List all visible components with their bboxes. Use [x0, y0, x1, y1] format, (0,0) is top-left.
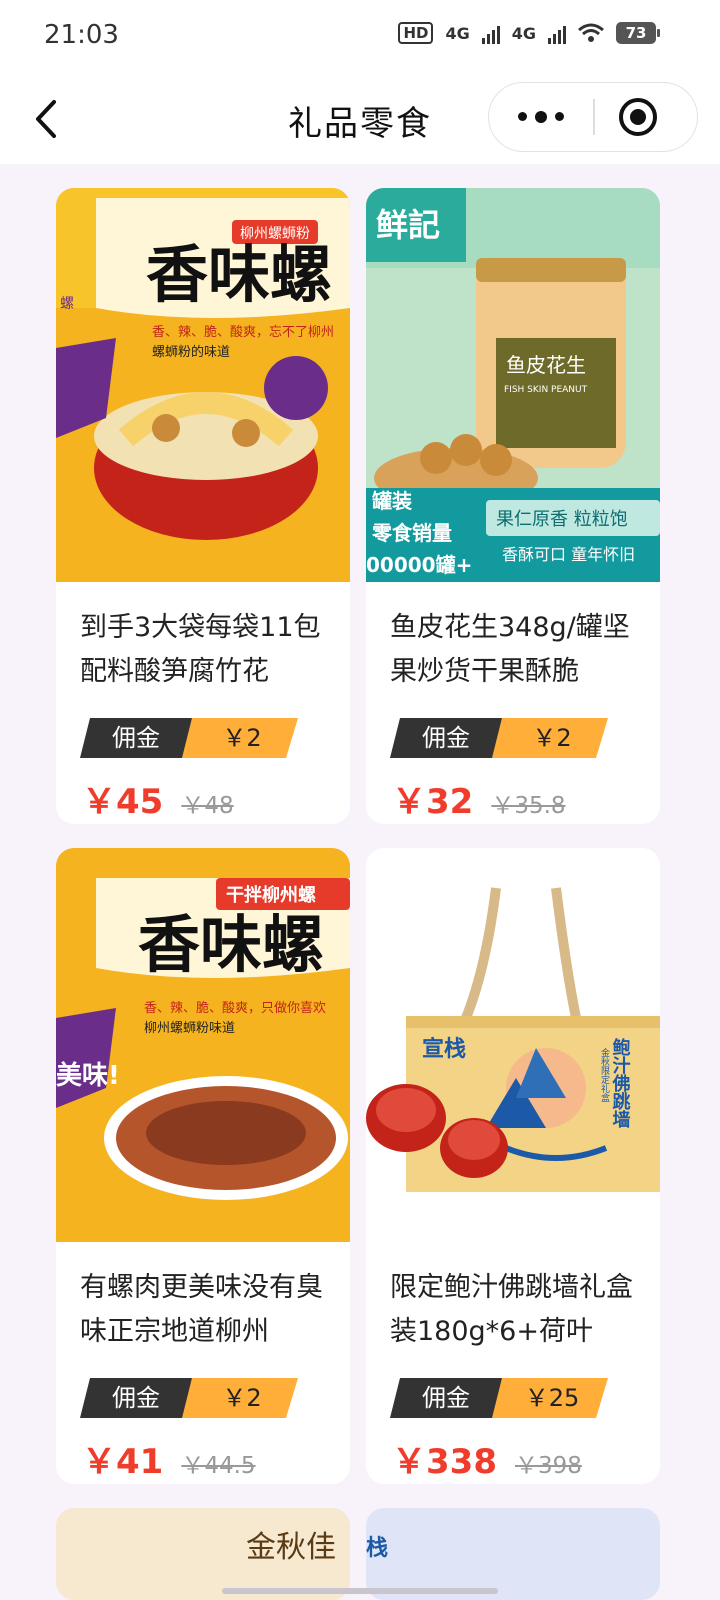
product-card[interactable]: 金秋佳 — [56, 1508, 350, 1600]
product-image: 柳州螺蛳粉 香味螺 香、辣、脆、酸爽，忘不了柳州 螺蛳粉的味道 螺 — [56, 188, 350, 582]
image-brand: 香味螺 — [146, 238, 332, 311]
partial-image-text: 金秋佳 — [246, 1530, 336, 1565]
commission-badge: 佣金 ￥2 — [80, 718, 298, 758]
capsule-divider — [593, 99, 595, 135]
price-row: ￥45 ￥48 — [82, 774, 234, 823]
original-price: ￥48 — [181, 793, 234, 819]
commission-badge: 佣金 ￥2 — [390, 718, 608, 758]
product-card[interactable]: 柳州螺蛳粉 香味螺 香、辣、脆、酸爽，忘不了柳州 螺蛳粉的味道 螺 到手3大袋每… — [56, 188, 350, 824]
image-tag: 干拌柳州螺 — [226, 884, 316, 906]
image-line: 香酥可口 童年怀旧 — [502, 545, 635, 564]
svg-text:鲜記: 鲜記 — [376, 206, 440, 244]
mini-program-capsule — [488, 82, 698, 152]
commission-badge: 佣金 ￥25 — [390, 1378, 608, 1418]
more-dots-icon — [555, 112, 564, 121]
commission-label: 佣金 — [390, 718, 502, 758]
close-target-icon[interactable] — [619, 98, 657, 136]
image-brand: 鲍汁佛跳墙 — [610, 1037, 632, 1129]
price-row: ￥32 ￥35.8 — [392, 774, 566, 823]
commission-value: ￥2 — [180, 1378, 298, 1418]
image-line: 香、辣、脆、酸爽，只做你喜欢 — [144, 1000, 326, 1016]
image-tag: 宣栈 — [422, 1036, 466, 1062]
image-brand: 香味螺 — [138, 908, 324, 981]
price-row: ￥338 ￥398 — [392, 1434, 582, 1483]
original-price: ￥398 — [514, 1453, 582, 1479]
image-line: 柳州螺蛳粉味道 — [144, 1021, 235, 1036]
product-image: 鲜記 鱼皮花生 FISH SKIN PEANUT 果仁原香 粒粒饱 香酥可口 童… — [366, 188, 660, 582]
network-label-2: 4G — [511, 23, 536, 43]
signal-icon — [548, 22, 566, 44]
price: ￥45 — [82, 782, 164, 822]
status-icons: HD 4G 4G 73 — [398, 22, 660, 44]
product-title: 鱼皮花生348g/罐坚果炒货干果酥脆 — [390, 612, 630, 687]
price-row: ￥41 ￥44.5 — [82, 1434, 256, 1483]
product-title: 限定鲍汁佛跳墙礼盒装180g*6+荷叶 — [390, 1272, 633, 1347]
commission-value: ￥2 — [180, 718, 298, 758]
signal-icon — [481, 22, 500, 44]
svg-text:美味!: 美味! — [56, 1060, 120, 1091]
svg-text:零食销量: 零食销量 — [371, 521, 452, 545]
price: ￥41 — [82, 1442, 164, 1482]
status-bar: 21:03 HD 4G 4G 73 — [0, 0, 720, 76]
original-price: ￥44.5 — [181, 1453, 256, 1479]
commission-label: 佣金 — [80, 1378, 192, 1418]
product-card[interactable]: 干拌柳州螺 香味螺 香、辣、脆、酸爽，只做你喜欢 柳州螺蛳粉味道 美味! 有螺肉… — [56, 848, 350, 1484]
commission-badge: 佣金 ￥2 — [80, 1378, 298, 1418]
nav-bar: 礼品零食 — [0, 76, 720, 164]
partial-image-text: 栈 — [366, 1536, 389, 1561]
product-card[interactable]: 栈 — [366, 1508, 660, 1600]
more-dots-icon — [535, 110, 547, 123]
more-dots-icon — [518, 112, 527, 121]
commission-label: 佣金 — [80, 718, 192, 758]
original-price: ￥35.8 — [491, 793, 566, 819]
status-time: 21:03 — [44, 20, 119, 50]
hd-icon: HD — [398, 22, 434, 44]
price: ￥338 — [392, 1442, 497, 1482]
image-line: 果仁原香 粒粒饱 — [496, 509, 628, 530]
product-title: 有螺肉更美味没有臭味正宗地道柳州 — [80, 1272, 323, 1347]
network-label-1: 4G — [445, 23, 470, 43]
home-indicator[interactable] — [222, 1588, 498, 1594]
image-line: 香、辣、脆、酸爽，忘不了柳州 — [152, 324, 334, 340]
battery-icon: 73 — [616, 22, 660, 44]
wifi-icon — [578, 23, 604, 42]
svg-text:00000罐+: 00000罐+ — [366, 553, 472, 577]
image-tag: FISH SKIN PEANUT — [504, 385, 588, 395]
more-button[interactable] — [489, 83, 593, 150]
commission-value: ￥25 — [490, 1378, 608, 1418]
image-brand: 鱼皮花生 — [506, 353, 586, 377]
svg-text:螺: 螺 — [60, 296, 74, 312]
image-line: 金秋限定礼盒 — [599, 1047, 610, 1102]
product-title: 到手3大袋每袋11包配料酸笋腐竹花 — [80, 612, 321, 687]
product-card[interactable]: 鲜記 鱼皮花生 FISH SKIN PEANUT 果仁原香 粒粒饱 香酥可口 童… — [366, 188, 660, 824]
commission-label: 佣金 — [390, 1378, 502, 1418]
product-image: 宣栈 鲍汁佛跳墙 金秋限定礼盒 — [366, 848, 660, 1242]
commission-value: ￥2 — [490, 718, 608, 758]
image-line: 螺蛳粉的味道 — [152, 344, 230, 360]
price: ￥32 — [392, 782, 474, 822]
product-image: 干拌柳州螺 香味螺 香、辣、脆、酸爽，只做你喜欢 柳州螺蛳粉味道 美味! — [56, 848, 350, 1242]
svg-text:罐装: 罐装 — [371, 489, 412, 513]
product-card[interactable]: 宣栈 鲍汁佛跳墙 金秋限定礼盒 限定鲍汁佛跳墙礼盒装180g*6+荷叶 佣金 ￥… — [366, 848, 660, 1484]
